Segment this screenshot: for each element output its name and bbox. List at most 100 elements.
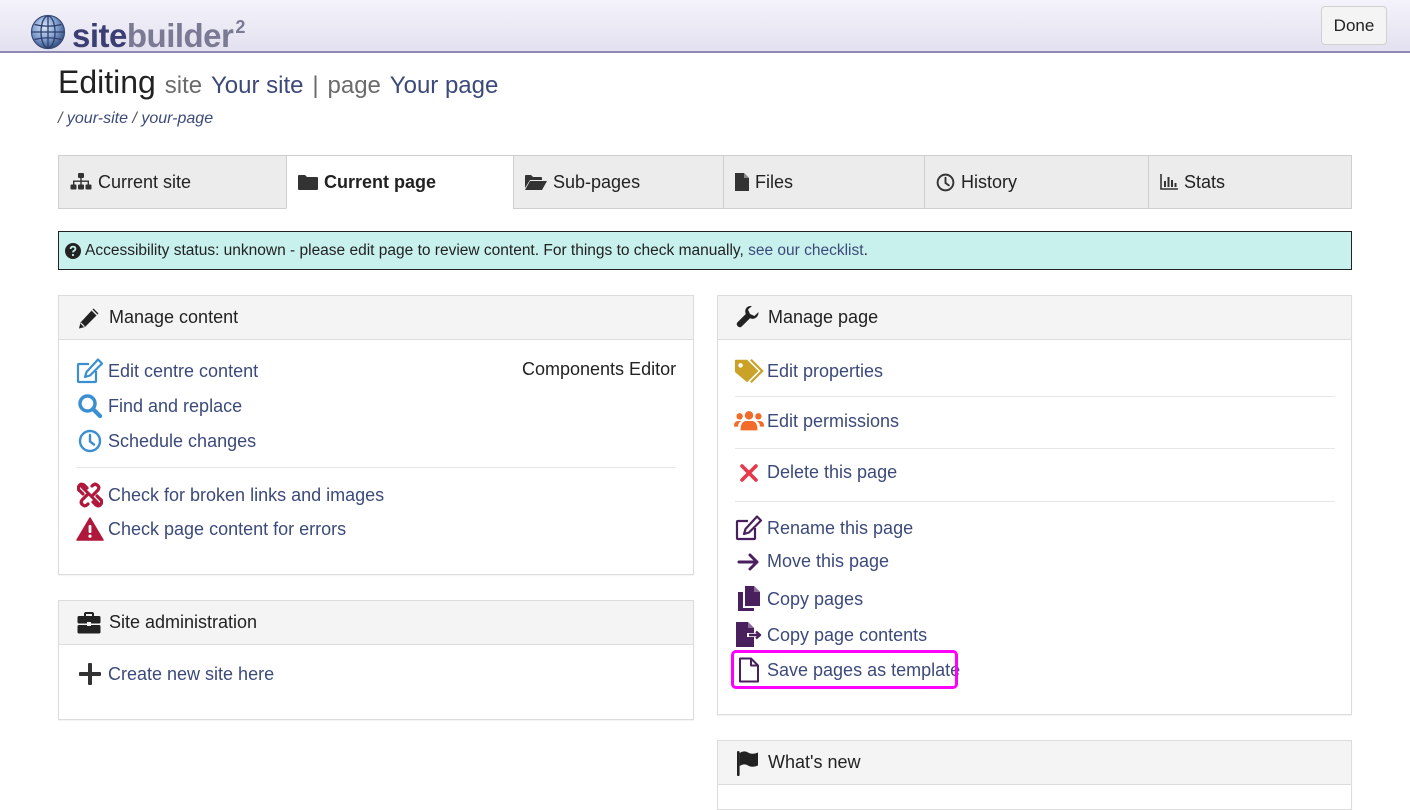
item-label: Create new site here bbox=[108, 663, 275, 684]
item-label: Find and replace bbox=[108, 395, 243, 416]
search-icon bbox=[78, 394, 103, 419]
edit-centre-content-link[interactable]: Edit centre content bbox=[75, 358, 258, 384]
manage-page-header: Manage page bbox=[718, 296, 1351, 340]
panel-title: Manage page bbox=[768, 307, 879, 327]
item-label: Check for broken links and images bbox=[108, 484, 385, 505]
warning-icon bbox=[76, 517, 104, 541]
site-name-link[interactable]: Your site bbox=[211, 72, 304, 99]
edit-permissions-link[interactable]: Edit permissions bbox=[734, 410, 899, 432]
breadcrumb-your-page[interactable]: your-page bbox=[141, 110, 213, 127]
manage-page-panel: Manage page Edit properties Edit permiss… bbox=[717, 295, 1352, 715]
folder-icon bbox=[298, 175, 318, 190]
tab-label: Current site bbox=[98, 171, 192, 192]
copy-pages-link[interactable]: Copy pages bbox=[734, 586, 863, 612]
tab-label: Sub-pages bbox=[553, 171, 641, 192]
item-label: Copy page contents bbox=[767, 624, 928, 645]
tab-history[interactable]: History bbox=[924, 155, 1148, 209]
whats-new-panel: What's new bbox=[717, 740, 1352, 810]
checklist-link[interactable]: see our checklist bbox=[748, 242, 863, 260]
clock-icon bbox=[936, 173, 955, 191]
page-word: page bbox=[327, 72, 381, 99]
tab-label: History bbox=[961, 171, 1018, 192]
check-content-errors-link[interactable]: Check page content for errors bbox=[75, 517, 346, 541]
tags-icon bbox=[734, 358, 764, 384]
delete-page-link[interactable]: Delete this page bbox=[734, 462, 897, 483]
save-pages-as-template-link[interactable]: Save pages as template bbox=[734, 657, 960, 683]
arrow-right-icon bbox=[737, 553, 759, 570]
panel-title: Manage content bbox=[109, 307, 239, 327]
page-name-link[interactable]: Your page bbox=[390, 72, 499, 99]
rename-page-link[interactable]: Rename this page bbox=[734, 515, 913, 541]
users-icon bbox=[734, 411, 764, 431]
briefcase-icon bbox=[77, 611, 101, 633]
manage-content-header: Manage content bbox=[59, 296, 693, 340]
folder-open-icon bbox=[525, 175, 547, 190]
tab-sub-pages[interactable]: Sub-pages bbox=[513, 155, 723, 209]
tab-bar: Current site Current page Sub-pages File… bbox=[58, 155, 1352, 209]
logo-wordmark: sitebuilder 2 bbox=[72, 9, 245, 54]
copy-icon bbox=[738, 586, 760, 611]
panel-title: What's new bbox=[768, 752, 861, 772]
times-icon bbox=[740, 463, 758, 482]
edit-icon bbox=[735, 515, 763, 541]
site-word: site bbox=[164, 72, 203, 99]
item-label: Check page content for errors bbox=[108, 518, 347, 539]
divider bbox=[735, 396, 1335, 397]
bar-chart-icon bbox=[1160, 174, 1178, 190]
item-label: Copy pages bbox=[767, 588, 864, 609]
divider bbox=[76, 467, 676, 468]
check-broken-links-link[interactable]: Check for broken links and images bbox=[75, 482, 384, 508]
wrench-icon bbox=[736, 305, 759, 327]
tab-label: Stats bbox=[1184, 171, 1226, 192]
flag-icon bbox=[737, 750, 758, 776]
file-export-icon bbox=[736, 622, 762, 647]
accessibility-alert: Accessibility status: unknown - please e… bbox=[58, 231, 1352, 270]
plus-icon bbox=[79, 663, 101, 685]
logo-superscript: 2 bbox=[235, 17, 245, 37]
site-administration-header: Site administration bbox=[59, 601, 693, 645]
alert-text: Accessibility status: unknown - please e… bbox=[85, 241, 744, 259]
pencil-icon bbox=[79, 308, 99, 328]
breadcrumb-separator: / bbox=[58, 110, 63, 127]
site-administration-panel: Site administration Create new site here bbox=[58, 600, 694, 720]
unlink-icon bbox=[77, 482, 103, 508]
breadcrumb-your-site[interactable]: your-site bbox=[67, 110, 128, 127]
file-icon bbox=[735, 173, 749, 191]
divider bbox=[735, 501, 1335, 502]
logo-builder-text: builder bbox=[126, 17, 234, 54]
item-label: Edit properties bbox=[767, 360, 884, 381]
title-separator: | bbox=[312, 72, 319, 99]
edit-properties-link[interactable]: Edit properties bbox=[734, 358, 883, 384]
create-new-site-link[interactable]: Create new site here bbox=[75, 663, 274, 685]
breadcrumb: / your-site / your-page bbox=[58, 110, 213, 128]
clock-icon bbox=[78, 429, 102, 453]
item-label: Edit permissions bbox=[767, 410, 900, 431]
edit-icon bbox=[76, 358, 104, 384]
item-label: Rename this page bbox=[767, 517, 914, 538]
tab-files[interactable]: Files bbox=[723, 155, 924, 209]
question-circle-icon bbox=[65, 242, 81, 259]
tab-current-page[interactable]: Current page bbox=[286, 155, 513, 209]
editing-label: Editing bbox=[58, 64, 156, 100]
page-title: Editing site Your site | page Your page bbox=[58, 64, 498, 101]
item-label: Move this page bbox=[767, 551, 890, 571]
item-label: Save pages as template bbox=[767, 659, 961, 680]
schedule-changes-link[interactable]: Schedule changes bbox=[75, 429, 256, 453]
logo-site-text: site bbox=[72, 17, 127, 54]
panel-title: Site administration bbox=[109, 612, 258, 632]
file-outline-icon bbox=[739, 657, 759, 683]
alert-end: . bbox=[863, 241, 868, 259]
divider bbox=[735, 448, 1335, 449]
item-label: Schedule changes bbox=[108, 430, 257, 451]
tab-stats[interactable]: Stats bbox=[1148, 155, 1352, 209]
copy-page-contents-link[interactable]: Copy page contents bbox=[734, 622, 927, 648]
sitebuilder-logo[interactable]: sitebuilder 2 bbox=[30, 9, 245, 54]
globe-icon bbox=[30, 14, 66, 49]
move-page-link[interactable]: Move this page bbox=[734, 551, 889, 572]
tab-current-site[interactable]: Current site bbox=[58, 155, 286, 209]
item-label: Edit centre content bbox=[108, 360, 259, 381]
find-and-replace-link[interactable]: Find and replace bbox=[75, 393, 242, 419]
done-button[interactable]: Done bbox=[1321, 6, 1387, 45]
sitemap-icon bbox=[70, 173, 92, 190]
tab-label: Files bbox=[755, 171, 794, 192]
